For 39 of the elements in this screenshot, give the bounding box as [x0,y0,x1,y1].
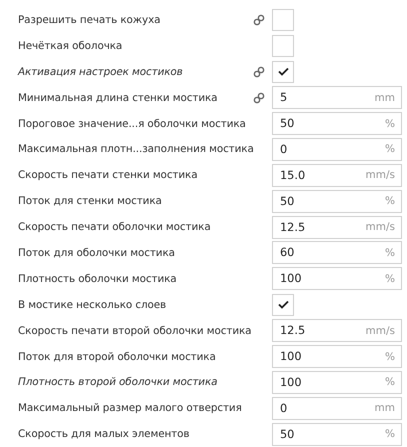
setting-label: Нечёткая оболочка [18,40,122,52]
checkbox[interactable] [272,8,294,31]
number-field[interactable]: 100 % [272,345,402,368]
setting-label: Скорость печати стенки мостика [18,169,198,182]
number-field[interactable]: 50 % [272,190,402,213]
setting-label: В мостике несколько слоев [18,298,166,311]
setting-label: Минимальная длина стенки мостика [18,92,218,104]
setting-label: Скорость печати второй оболочки мостика [18,324,252,337]
number-field[interactable]: 0 % [272,138,402,161]
number-field[interactable]: 0 mm [272,396,402,420]
number-field[interactable]: 15.0 mm/s [272,164,402,187]
setting-label: Скорость печати оболочки мостика [18,221,211,234]
number-field[interactable]: 12.5 mm/s [272,216,402,239]
number-field[interactable]: 5 mm [272,86,402,110]
setting-label: Активация настроек мостиков [18,66,183,78]
setting-label: Плотность оболочки мостика [18,272,177,285]
setting-label: Максимальный размер малого отверстия [18,402,242,414]
number-field[interactable]: 50 % [272,422,402,446]
setting-label: Плотность второй оболочки мостика [18,376,218,388]
link-icon[interactable] [253,92,265,104]
setting-label: Пороговое значение...я оболочки мостика [18,118,246,130]
checkbox[interactable] [272,34,294,57]
setting-label: Поток для стенки мостика [18,195,162,208]
number-field[interactable]: 60 % [272,241,402,264]
checkbox[interactable] [272,60,294,83]
setting-label: Поток для оболочки мостика [18,246,175,259]
checkbox[interactable] [272,294,294,316]
setting-label: Поток для второй оболочки мостика [18,350,216,363]
number-field[interactable]: 12.5 mm/s [272,319,402,342]
link-icon[interactable] [253,66,265,78]
number-field[interactable]: 50 % [272,112,402,135]
setting-label: Разрешить печать кожуха [18,14,160,26]
setting-label: Скорость для малых элементов [18,428,190,440]
checkmark-icon [278,300,288,310]
link-icon[interactable] [253,14,265,26]
setting-label: Максимальная плотн...заполнения мостика [18,143,254,156]
number-field[interactable]: 100 % [272,267,402,290]
number-field[interactable]: 100 % [272,370,402,394]
checkmark-icon [278,67,288,76]
